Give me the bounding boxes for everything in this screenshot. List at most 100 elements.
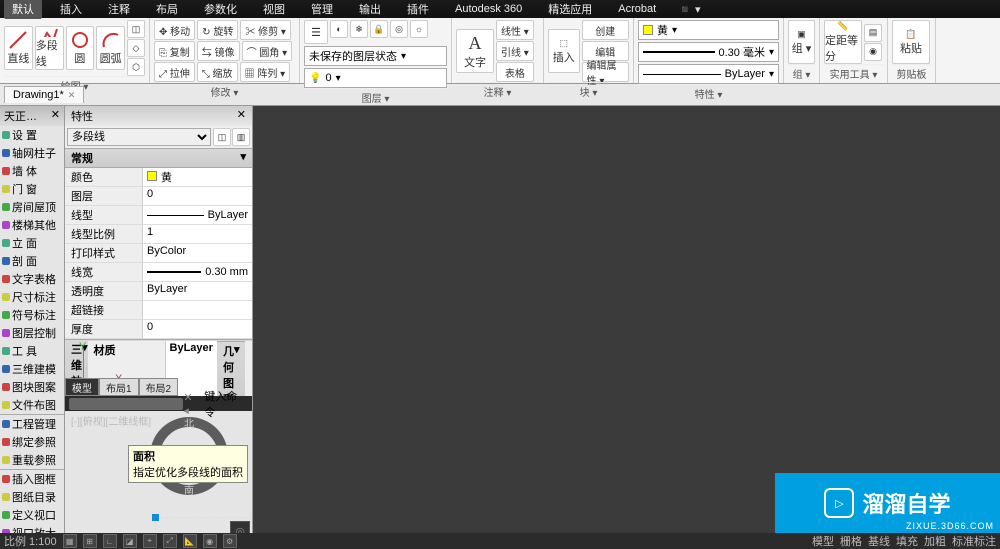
status-right-0[interactable]: 模型 xyxy=(812,533,834,549)
layer-b5[interactable]: ☼ xyxy=(410,20,428,38)
status-icon-3[interactable]: ∟ xyxy=(103,534,117,548)
command-input[interactable]: 键入命令 xyxy=(204,388,246,420)
prop-trans[interactable]: ByLayer xyxy=(143,282,252,300)
layout-tab-model[interactable]: 模型 xyxy=(65,378,99,396)
status-scale[interactable]: 比例 1:100 xyxy=(4,533,57,549)
status-icon-2[interactable]: ⊞ xyxy=(83,534,97,548)
modify-copy[interactable]: ⎘ 复制 xyxy=(154,41,195,61)
modify-mirror[interactable]: ⇆ 镜像 xyxy=(197,41,240,61)
status-icon-8[interactable]: ◉ xyxy=(203,534,217,548)
status-icon-6[interactable]: ⤢ xyxy=(163,534,177,548)
title-tab-8[interactable]: 插件 xyxy=(399,0,437,19)
prop-hyper[interactable] xyxy=(143,301,252,319)
modify-trim[interactable]: ✂ 修剪 ▾ xyxy=(240,20,291,40)
paste-button[interactable]: 📋粘贴 xyxy=(892,20,930,64)
prop-color-select[interactable]: 黄 ▾ xyxy=(638,20,779,40)
title-tab-5[interactable]: 视图 xyxy=(255,0,293,19)
left-item[interactable]: 重载参照 xyxy=(0,451,64,469)
entity-type-select[interactable]: 多段线 xyxy=(67,128,211,146)
status-icon-5[interactable]: ⌖ xyxy=(143,534,157,548)
annot-text-button[interactable]: A文字 xyxy=(456,29,494,73)
layer-b4[interactable]: ◎ xyxy=(390,20,408,38)
left-item[interactable]: 图层控制 xyxy=(0,324,64,342)
modify-array[interactable]: ▦ 阵列 ▾ xyxy=(240,62,291,82)
layer-current-select[interactable]: 💡 0 ▾ xyxy=(304,68,447,88)
left-item[interactable]: 门 窗 xyxy=(0,180,64,198)
status-right-1[interactable]: 栅格 xyxy=(840,533,862,549)
layer-b1[interactable]: ◐ xyxy=(330,20,348,38)
left-item[interactable]: 剖 面 xyxy=(0,252,64,270)
draw-extra-3[interactable]: ⬡ xyxy=(127,58,145,76)
left-item[interactable]: 插入图框 xyxy=(0,470,64,488)
view-label[interactable]: [-][俯视][二维线框] xyxy=(71,413,151,428)
left-item[interactable]: 文字表格 xyxy=(0,270,64,288)
title-tab-2[interactable]: 注释 xyxy=(100,0,138,19)
grip-tl[interactable] xyxy=(152,514,159,521)
left-item[interactable]: 图块图案 xyxy=(0,378,64,396)
title-tab-4[interactable]: 参数化 xyxy=(196,0,245,19)
left-item[interactable]: 文件布图 xyxy=(0,396,64,414)
block-insert-button[interactable]: ⬚插入 xyxy=(548,29,580,73)
status-icon-7[interactable]: 📐 xyxy=(183,534,197,548)
left-item[interactable]: 工程管理 xyxy=(0,415,64,433)
draw-line-button[interactable]: 直线 xyxy=(4,26,33,70)
draw-polyline-button[interactable]: 多段线 xyxy=(35,26,64,70)
measure-button[interactable]: 📏定距等分 xyxy=(824,20,862,64)
title-tab-11[interactable]: Acrobat xyxy=(610,1,664,17)
block-create[interactable]: 创建 xyxy=(582,20,629,40)
modify-scale[interactable]: ⤡ 缩放 xyxy=(197,62,238,82)
status-right-4[interactable]: 加粗 xyxy=(924,533,946,549)
scroll-thumb[interactable] xyxy=(69,398,183,410)
annot-table[interactable]: 表格 xyxy=(496,62,534,82)
left-item[interactable]: 轴网柱子 xyxy=(0,144,64,162)
left-item[interactable]: 绑定参照 xyxy=(0,433,64,451)
canvas-hscroll[interactable]: ✕ ◂ 键入命令 xyxy=(65,396,252,411)
prop-lt-select[interactable]: ByLayer ▾ xyxy=(638,64,779,84)
title-tab-0[interactable]: 默认 xyxy=(4,0,42,19)
prop-btn-2[interactable]: ▥ xyxy=(232,128,250,146)
left-item[interactable]: 立 面 xyxy=(0,234,64,252)
layer-b2[interactable]: ❄ xyxy=(350,20,368,38)
draw-extra-2[interactable]: ◇ xyxy=(127,39,145,57)
status-icon-9[interactable]: ⚙ xyxy=(223,534,237,548)
group-button[interactable]: ▣组 ▾ xyxy=(788,20,815,64)
left-item[interactable]: 定义视口 xyxy=(0,506,64,524)
title-tab-3[interactable]: 布局 xyxy=(148,0,186,19)
prop-ltype[interactable]: ByLayer xyxy=(143,206,252,224)
prop-btn-1[interactable]: ◫ xyxy=(213,128,231,146)
layer-props-button[interactable]: ☰ xyxy=(304,20,328,44)
modify-stretch[interactable]: ⤢ 拉伸 xyxy=(154,62,195,82)
title-tab-6[interactable]: 管理 xyxy=(303,0,341,19)
title-tab-1[interactable]: 插入 xyxy=(52,0,90,19)
left-item[interactable]: 墙 体 xyxy=(0,162,64,180)
status-right-2[interactable]: 基线 xyxy=(868,533,890,549)
section-general[interactable]: 常规▾ xyxy=(65,148,252,168)
layer-state-select[interactable]: 未保存的图层状态 ▾ xyxy=(304,46,447,66)
left-item[interactable]: 设 置 xyxy=(0,126,64,144)
modify-move[interactable]: ✥ 移动 xyxy=(154,20,195,40)
draw-extra-1[interactable]: ◫ xyxy=(127,20,145,38)
prop-layer[interactable]: 0 xyxy=(143,187,252,205)
prop-color[interactable]: 黄 xyxy=(143,168,252,186)
modify-rotate[interactable]: ↻ 旋转 xyxy=(197,20,238,40)
left-item[interactable]: 图纸目录 xyxy=(0,488,64,506)
prop-thick[interactable]: 0 xyxy=(143,320,252,338)
title-tab-9[interactable]: Autodesk 360 xyxy=(447,1,530,17)
left-item[interactable]: 符号标注 xyxy=(0,306,64,324)
left-item[interactable]: 房间屋顶 xyxy=(0,198,64,216)
left-item[interactable]: 尺寸标注 xyxy=(0,288,64,306)
status-icon-4[interactable]: ◪ xyxy=(123,534,137,548)
left-item[interactable]: 三维建模 xyxy=(0,360,64,378)
prop-lscale[interactable]: 1 xyxy=(143,225,252,243)
draw-arc-button[interactable]: 圆弧 xyxy=(96,26,125,70)
annot-leader[interactable]: 引线 ▾ xyxy=(496,41,534,61)
layout-tab-2[interactable]: 布局2 xyxy=(139,378,179,396)
doc-tab-1[interactable]: Drawing1* ✕ xyxy=(4,86,84,103)
close-icon[interactable]: ✕ xyxy=(68,90,76,101)
status-right-3[interactable]: 填充 xyxy=(896,533,918,549)
status-right-5[interactable]: 标准标注 xyxy=(952,533,996,549)
layer-b3[interactable]: 🔒 xyxy=(370,20,388,38)
prop-lw[interactable]: 0.30 mm xyxy=(143,263,252,281)
left-item[interactable]: 楼梯其他 xyxy=(0,216,64,234)
util-b1[interactable]: ▤ xyxy=(864,24,882,42)
